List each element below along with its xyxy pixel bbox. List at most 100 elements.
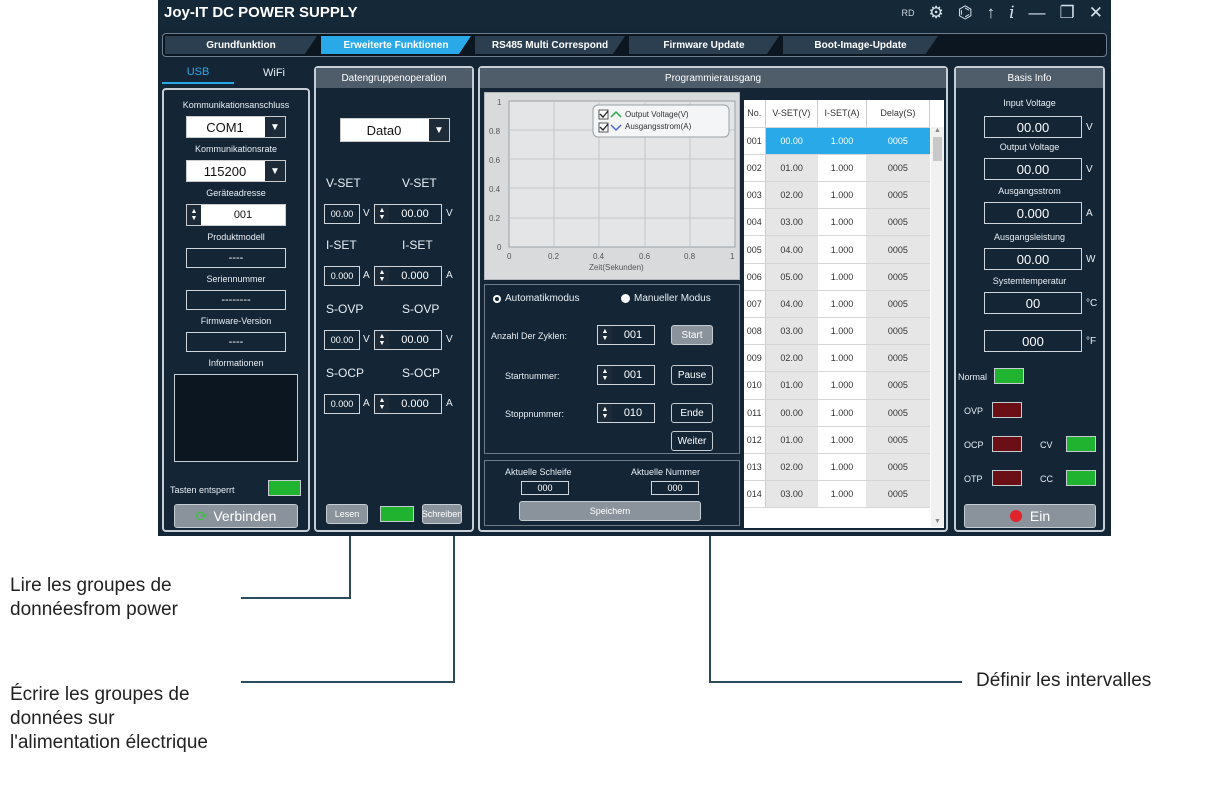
table-row[interactable]: 005 04.00 1.000 0005 bbox=[744, 235, 930, 264]
ovp-label: OVP bbox=[964, 406, 984, 416]
vset-stepper[interactable]: ▲ ▼ 00.00 bbox=[374, 204, 442, 224]
iset-unit-2: A bbox=[446, 270, 453, 281]
sovp-stepper[interactable]: ▲ ▼ 00.00 bbox=[374, 330, 442, 350]
x-tick-label: 0 bbox=[507, 252, 512, 261]
stepper-arrows-icon[interactable]: ▲ ▼ bbox=[375, 267, 389, 285]
table-row[interactable]: 012 01.00 1.000 0005 bbox=[744, 426, 930, 454]
vset-unit-2: V bbox=[446, 208, 453, 219]
table-row[interactable]: 002 01.00 1.000 0005 bbox=[744, 154, 930, 183]
iset-stepper[interactable]: ▲ ▼ 0.000 bbox=[374, 266, 442, 286]
table-row[interactable]: 008 03.00 1.000 0005 bbox=[744, 317, 930, 346]
input-voltage-field: 00.00 bbox=[984, 116, 1082, 138]
cv-indicator bbox=[1066, 436, 1096, 452]
chevron-down-icon[interactable]: ▼ bbox=[263, 161, 285, 181]
end-button[interactable]: Ende bbox=[671, 403, 713, 423]
minimize-icon[interactable]: — bbox=[1029, 3, 1046, 23]
socp-value: 0.000 bbox=[401, 398, 429, 410]
power-dot-icon bbox=[1009, 510, 1022, 522]
restore-icon[interactable]: ❐ bbox=[1060, 3, 1075, 23]
table-row[interactable]: 010 01.00 1.000 0005 bbox=[744, 371, 930, 400]
tab-boot-image-update[interactable]: Boot-Image-Update bbox=[783, 36, 938, 54]
start-number-value: 001 bbox=[623, 369, 643, 381]
cell-iset: 1.000 bbox=[817, 290, 867, 319]
y-tick-label: 0.8 bbox=[489, 127, 501, 136]
cell-vset: 04.00 bbox=[765, 290, 818, 319]
cell-no: 014 bbox=[744, 480, 766, 509]
table-row[interactable]: 007 04.00 1.000 0005 bbox=[744, 290, 930, 319]
pause-button[interactable]: Pause bbox=[671, 365, 713, 385]
close-icon[interactable]: ✕ bbox=[1089, 3, 1103, 23]
wifi-tab[interactable]: WiFi bbox=[238, 62, 310, 84]
output-power-unit: W bbox=[1086, 254, 1096, 265]
table-row[interactable]: 001 00.00 1.000 0005 bbox=[744, 127, 930, 155]
chart-y-ticks: 1 0.8 0.6 0.4 0.2 0 bbox=[489, 98, 502, 252]
on-button[interactable]: Ein bbox=[964, 504, 1096, 528]
col-iset: I-SET(A) bbox=[817, 100, 867, 128]
usb-tab[interactable]: USB bbox=[162, 62, 234, 84]
socp-stepper[interactable]: ▲ ▼ 0.000 bbox=[374, 394, 442, 414]
connect-button[interactable]: ⟳ Verbinden bbox=[174, 504, 298, 528]
info-icon[interactable]: i bbox=[1009, 3, 1014, 23]
sovp-unit-2: V bbox=[446, 334, 453, 345]
network-icon[interactable]: ⌬ bbox=[958, 3, 973, 23]
output-voltage-field: 00.00 bbox=[984, 158, 1082, 180]
address-value: 001 bbox=[233, 209, 253, 221]
stepper-arrows-icon[interactable]: ▲ ▼ bbox=[187, 205, 201, 225]
cell-delay: 0005 bbox=[866, 235, 930, 264]
cycles-stepper[interactable]: ▲ ▼ 001 bbox=[597, 325, 655, 345]
tab-firmware-update[interactable]: Firmware Update bbox=[629, 36, 779, 54]
stop-number-stepper[interactable]: ▲ ▼ 010 bbox=[597, 403, 655, 423]
start-number-stepper[interactable]: ▲ ▼ 001 bbox=[597, 365, 655, 385]
table-scrollbar[interactable]: ▲ ▼ bbox=[931, 127, 944, 527]
program-output-panel: Programmierausgang 1 0.8 0.6 0.4 0.2 0 0… bbox=[478, 66, 948, 532]
output-power-field: 00.00 bbox=[984, 248, 1082, 270]
upload-icon[interactable]: ↑ bbox=[987, 3, 996, 23]
serial-label: Seriennummer bbox=[206, 274, 266, 284]
table-row[interactable]: 014 03.00 1.000 0005 bbox=[744, 480, 930, 509]
table-row[interactable]: 013 02.00 1.000 0005 bbox=[744, 453, 930, 482]
tab-erweiterte-funktionen[interactable]: Erweiterte Funktionen bbox=[321, 36, 471, 54]
scroll-down-icon[interactable]: ▼ bbox=[931, 518, 944, 525]
mode-manual-radio[interactable]: Manueller Modus bbox=[621, 293, 711, 304]
table-row[interactable]: 004 03.00 1.000 0005 bbox=[744, 208, 930, 237]
next-button[interactable]: Weiter bbox=[671, 431, 713, 451]
tab-grundfunktion[interactable]: Grundfunktion bbox=[165, 36, 317, 54]
table-row[interactable]: 011 00.00 1.000 0005 bbox=[744, 399, 930, 427]
save-button[interactable]: Speichern bbox=[519, 501, 701, 521]
ocp-indicator bbox=[992, 436, 1022, 452]
start-button[interactable]: Start bbox=[671, 325, 713, 345]
data-group-select[interactable]: Data0 ▼ bbox=[340, 118, 450, 142]
input-voltage-label: Input Voltage bbox=[1003, 98, 1056, 108]
tab-rs485[interactable]: RS485 Multi Correspond bbox=[475, 36, 625, 54]
read-button[interactable]: Lesen bbox=[326, 504, 368, 524]
table-row[interactable]: 009 02.00 1.000 0005 bbox=[744, 344, 930, 373]
rate-select[interactable]: 115200 ▼ bbox=[186, 160, 286, 182]
write-button[interactable]: Schreiben bbox=[422, 504, 462, 524]
scroll-up-icon[interactable]: ▲ bbox=[931, 127, 944, 134]
chevron-down-icon[interactable]: ▼ bbox=[427, 119, 449, 141]
address-stepper[interactable]: ▲ ▼ 001 bbox=[186, 204, 286, 226]
input-voltage-unit: V bbox=[1086, 122, 1093, 133]
app-title: Joy-IT DC POWER SUPPLY bbox=[164, 4, 358, 21]
stepper-arrows-icon[interactable]: ▲ ▼ bbox=[375, 395, 389, 413]
stepper-arrows-icon[interactable]: ▲ ▼ bbox=[375, 331, 389, 349]
scroll-thumb[interactable] bbox=[933, 137, 942, 161]
cell-no: 009 bbox=[744, 344, 766, 373]
callout-line-int-h bbox=[709, 681, 962, 683]
cell-delay: 0005 bbox=[866, 399, 930, 427]
cell-vset: 01.00 bbox=[765, 371, 818, 400]
stepper-arrows-icon[interactable]: ▲ ▼ bbox=[598, 366, 612, 384]
cycles-value: 001 bbox=[623, 329, 643, 341]
port-select[interactable]: COM1 ▼ bbox=[186, 116, 286, 138]
stepper-arrows-icon[interactable]: ▲ ▼ bbox=[375, 205, 389, 223]
ovp-indicator bbox=[992, 402, 1022, 418]
stepper-arrows-icon[interactable]: ▲ ▼ bbox=[598, 404, 612, 422]
sovp-label-left: S-OVP bbox=[326, 302, 364, 316]
chevron-down-icon[interactable]: ▼ bbox=[263, 117, 285, 137]
table-row[interactable]: 006 05.00 1.000 0005 bbox=[744, 263, 930, 291]
gear-icon[interactable]: ⚙ bbox=[928, 3, 943, 23]
mode-auto-radio[interactable]: Automatikmodus bbox=[493, 293, 579, 304]
stepper-arrows-icon[interactable]: ▲ ▼ bbox=[598, 326, 612, 344]
table-row[interactable]: 003 02.00 1.000 0005 bbox=[744, 181, 930, 210]
loop-field: 000 bbox=[521, 481, 569, 495]
